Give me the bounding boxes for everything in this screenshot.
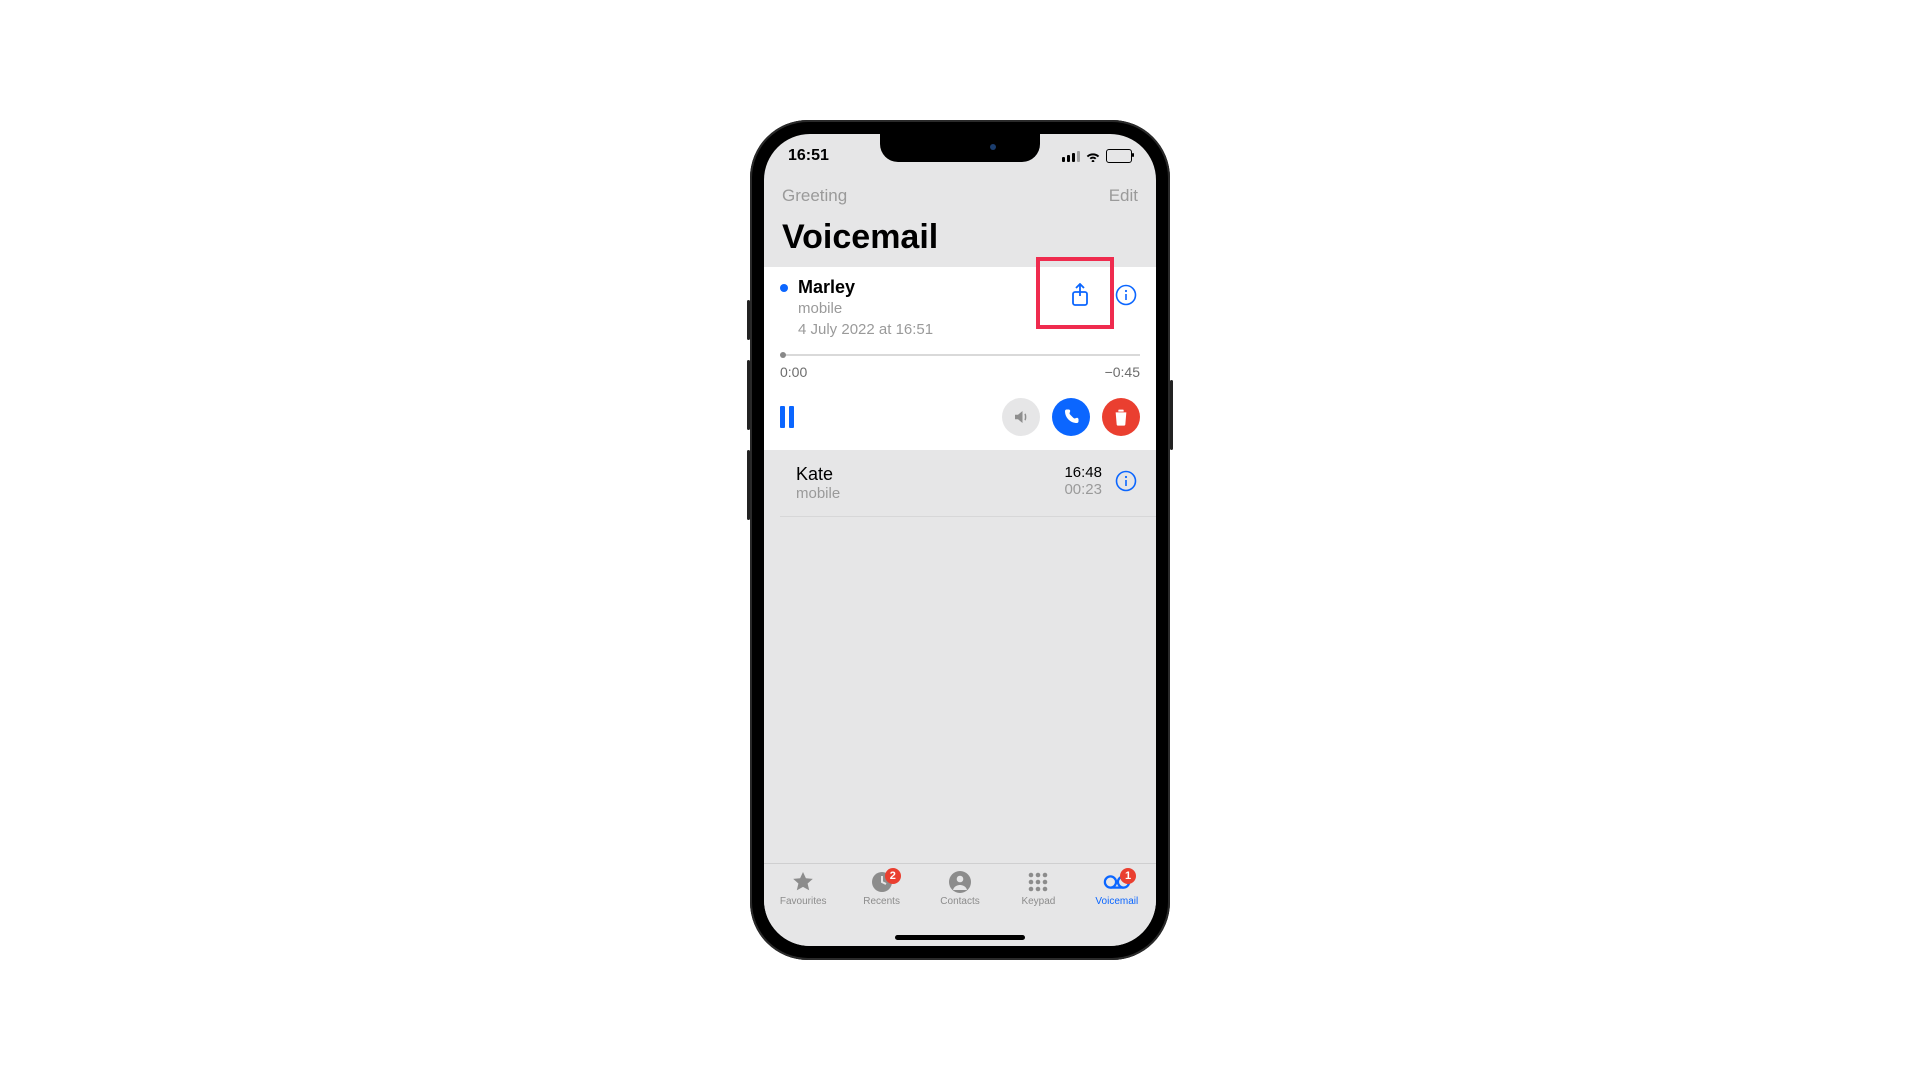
tab-bar: Favourites 2 Recents Contacts Keypad 1 xyxy=(764,863,1156,946)
unread-dot-icon xyxy=(780,284,788,292)
playback-scrubber[interactable] xyxy=(780,352,1140,358)
remaining-time: −0:45 xyxy=(1105,364,1140,380)
elapsed-time: 0:00 xyxy=(780,364,807,380)
home-indicator[interactable] xyxy=(895,935,1025,940)
cellular-signal-icon xyxy=(1062,151,1080,162)
status-time: 16:51 xyxy=(788,147,829,165)
voicemail-line-label: mobile xyxy=(798,300,1066,317)
delete-button[interactable] xyxy=(1102,398,1140,436)
tab-label: Contacts xyxy=(940,896,979,907)
callback-button[interactable] xyxy=(1052,398,1090,436)
voicemail-time: 16:48 xyxy=(1064,464,1102,481)
tab-label: Recents xyxy=(863,896,900,907)
tab-voicemail[interactable]: 1 Voicemail xyxy=(1078,870,1156,946)
greeting-button[interactable]: Greeting xyxy=(782,186,847,206)
keypad-icon xyxy=(1024,870,1052,894)
voicemail-item[interactable]: Kate mobile 16:48 00:23 xyxy=(780,450,1156,517)
recents-badge: 2 xyxy=(885,868,901,884)
voicemail-caller-name: Marley xyxy=(798,277,1066,298)
info-icon xyxy=(1115,470,1137,492)
share-button[interactable] xyxy=(1066,281,1094,309)
info-icon xyxy=(1115,284,1137,306)
speaker-button[interactable] xyxy=(1002,398,1040,436)
star-icon xyxy=(789,870,817,894)
speaker-icon xyxy=(1012,408,1030,426)
phone-frame: 16:51 Greeting Edit Voicemail xyxy=(750,120,1170,960)
screen: 16:51 Greeting Edit Voicemail xyxy=(764,134,1156,946)
status-right xyxy=(1062,149,1132,163)
edit-button[interactable]: Edit xyxy=(1109,186,1138,206)
tab-favourites[interactable]: Favourites xyxy=(764,870,842,946)
voicemail-date: 4 July 2022 at 16:51 xyxy=(798,321,1066,338)
tab-label: Keypad xyxy=(1021,896,1055,907)
person-icon xyxy=(946,870,974,894)
voicemail-duration: 00:23 xyxy=(1064,481,1102,498)
tab-label: Voicemail xyxy=(1095,896,1138,907)
stage: 16:51 Greeting Edit Voicemail xyxy=(0,0,1920,1080)
info-button[interactable] xyxy=(1112,467,1140,495)
pause-button[interactable] xyxy=(780,406,794,428)
voicemail-caller-name: Kate xyxy=(796,464,1064,485)
wifi-icon xyxy=(1085,150,1101,162)
phone-icon xyxy=(1062,408,1080,426)
navbar: Greeting Edit xyxy=(764,178,1156,214)
battery-icon xyxy=(1106,149,1132,163)
voicemail-expanded-item: Marley mobile 4 July 2022 at 16:51 xyxy=(764,267,1156,450)
voicemail-line-label: mobile xyxy=(796,485,1064,502)
share-icon xyxy=(1070,283,1090,307)
trash-icon xyxy=(1113,408,1129,426)
notch xyxy=(880,134,1040,162)
tab-label: Favourites xyxy=(780,896,827,907)
info-button[interactable] xyxy=(1112,281,1140,309)
voicemail-badge: 1 xyxy=(1120,868,1136,884)
page-title: Voicemail xyxy=(764,214,1156,267)
